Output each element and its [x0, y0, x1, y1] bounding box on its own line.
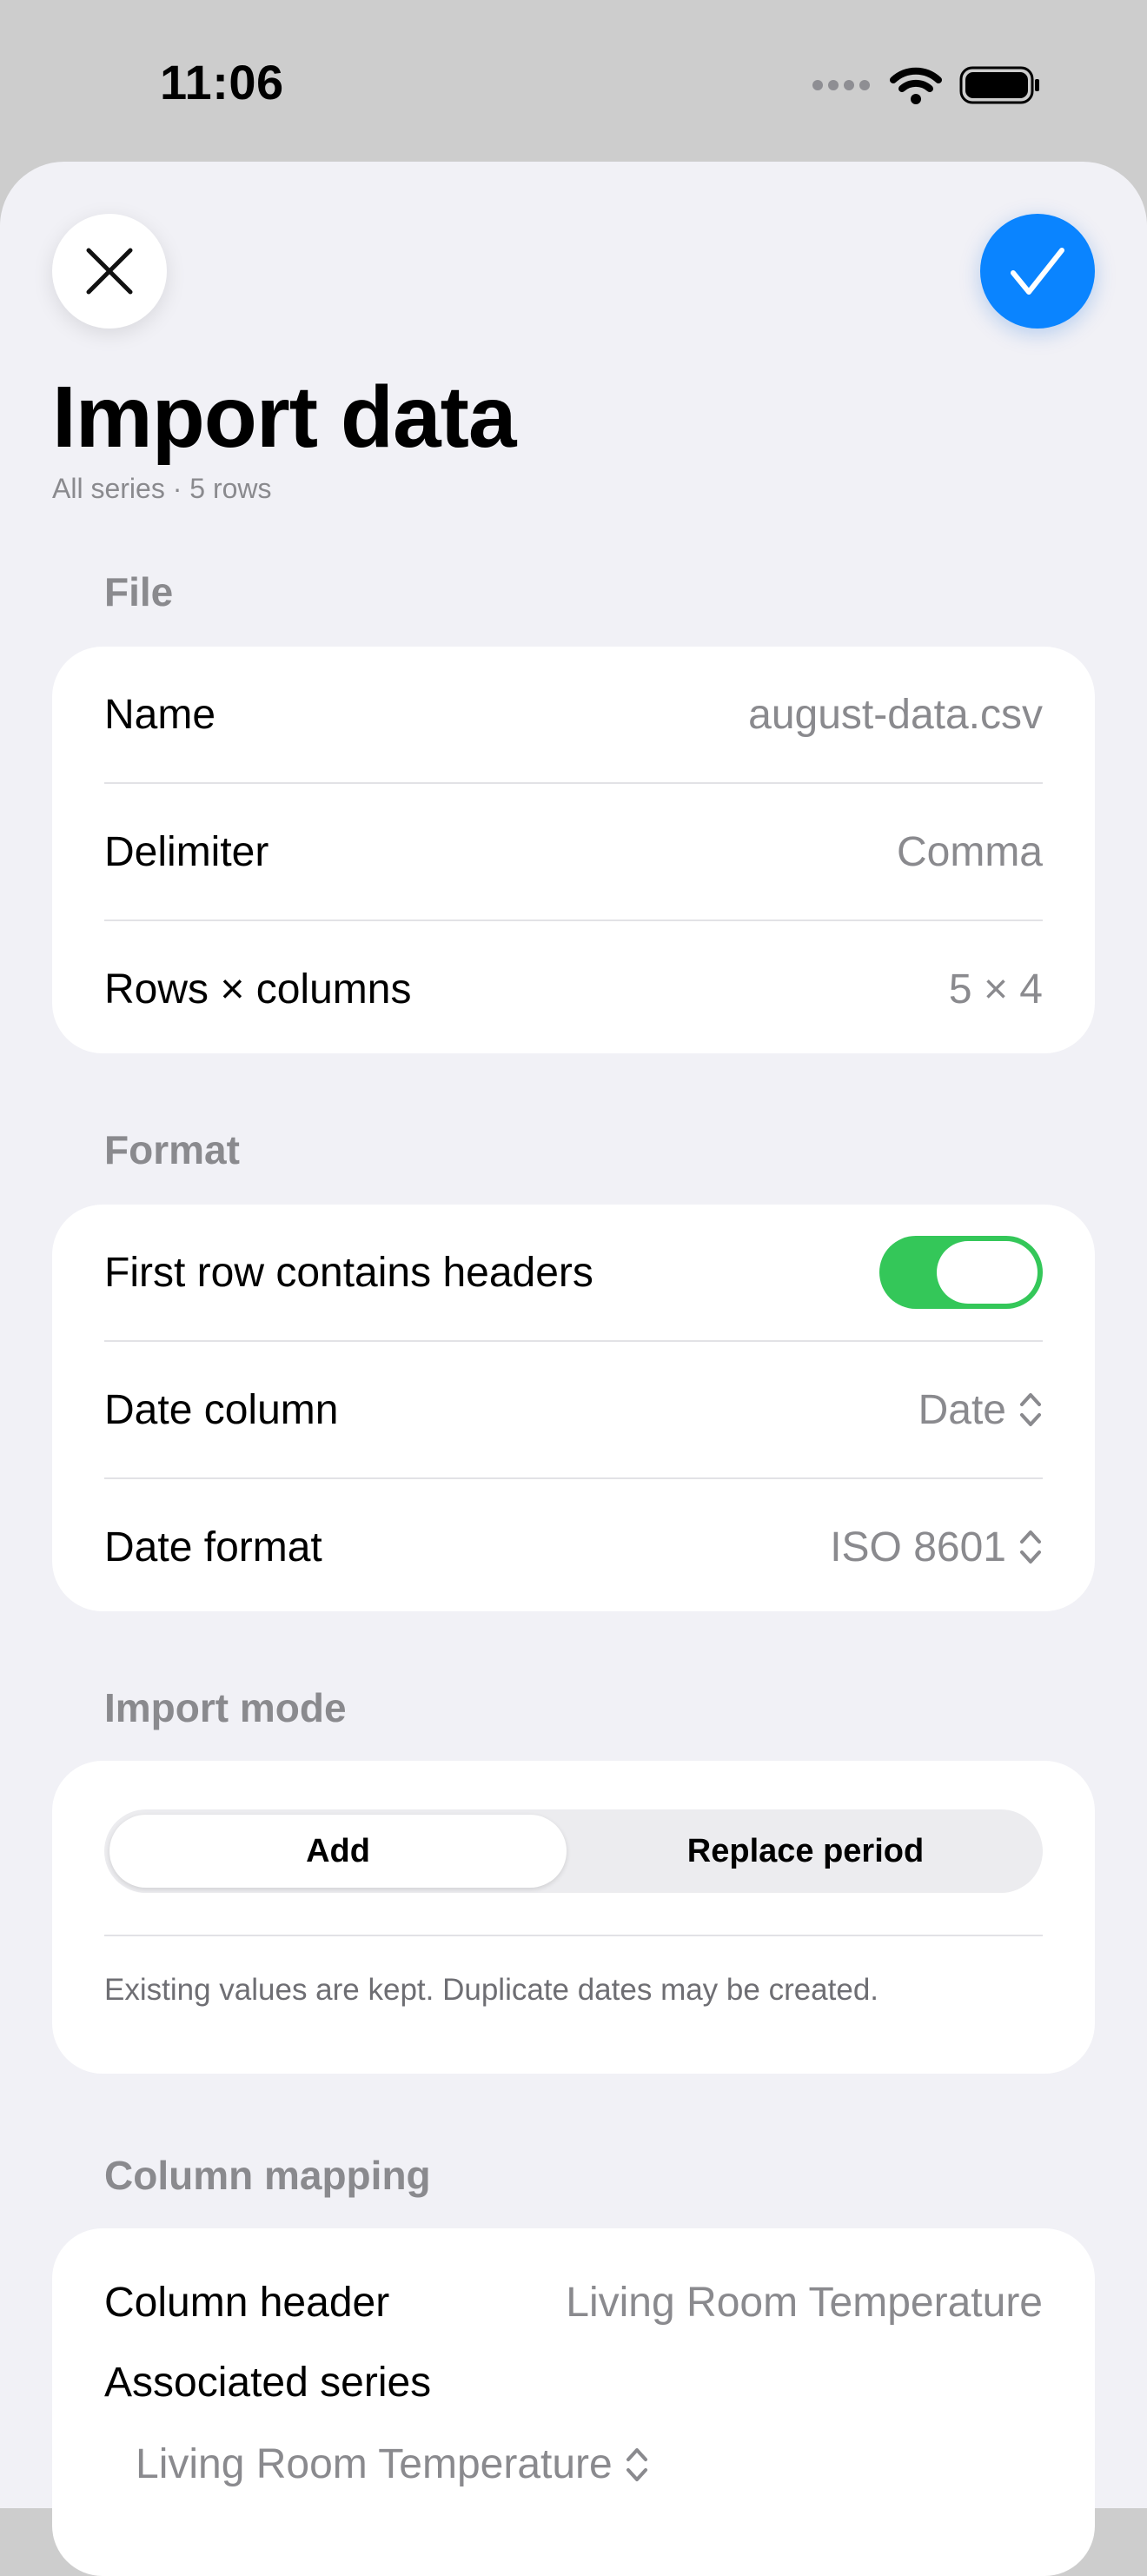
- delimiter-row: Delimiter Comma: [104, 782, 1043, 920]
- file-name-row: Name august-data.csv: [104, 647, 1043, 782]
- associated-series-row: Associated series: [104, 2359, 1043, 2407]
- date-column-row[interactable]: Date column Date: [104, 1340, 1043, 1477]
- date-column-value: Date: [918, 1386, 1006, 1433]
- delimiter-value: Comma: [896, 828, 1043, 875]
- import-mode-card: Add Replace period Existing values are k…: [52, 1761, 1095, 2074]
- column-mapping-card: Column header Living Room Temperature As…: [52, 2228, 1095, 2576]
- date-format-value: ISO 8601: [830, 1524, 1006, 1570]
- import-mode-segmented-control: Add Replace period: [104, 1809, 1043, 1893]
- row-label: First row contains headers: [104, 1249, 593, 1296]
- file-card: Name august-data.csv Delimiter Comma Row…: [52, 647, 1095, 1053]
- section-header-import-mode: Import mode: [104, 1685, 347, 1730]
- status-time: 11:06: [160, 55, 284, 110]
- row-label: Delimiter: [104, 828, 269, 875]
- chevron-up-down-icon: [1020, 1530, 1041, 1564]
- import-sheet: Import data All series · 5 rows File Nam…: [0, 162, 1147, 2576]
- segment-add[interactable]: Add: [109, 1815, 567, 1888]
- date-format-picker[interactable]: ISO 8601: [830, 1524, 1043, 1571]
- page-subtitle: All series · 5 rows: [52, 473, 272, 504]
- date-format-row[interactable]: Date format ISO 8601: [104, 1477, 1043, 1611]
- headers-toggle-row: First row contains headers: [104, 1205, 1043, 1340]
- chevron-up-down-icon: [1020, 1393, 1041, 1426]
- battery-icon: [959, 66, 1039, 104]
- signal-dots-icon: [812, 80, 870, 90]
- confirm-button[interactable]: [980, 214, 1095, 329]
- associated-series-value: Living Room Temperature: [136, 2441, 613, 2487]
- divider: [104, 1935, 1043, 1936]
- column-header-row: Column header Living Room Temperature: [104, 2279, 1043, 2327]
- section-header-column-mapping: Column mapping: [104, 2153, 431, 2198]
- section-header-file: File: [104, 569, 174, 614]
- page-title: Import data: [52, 368, 516, 466]
- date-column-picker[interactable]: Date: [918, 1386, 1043, 1434]
- column-header-label: Column header: [104, 2280, 390, 2326]
- format-card: First row contains headers Date column D…: [52, 1205, 1095, 1611]
- checkmark-icon: [1011, 248, 1064, 295]
- rows-columns-row: Rows × columns 5 × 4: [104, 920, 1043, 1053]
- row-label: Name: [104, 691, 216, 738]
- column-header-value: Living Room Temperature: [566, 2280, 1043, 2326]
- chevron-up-down-icon: [626, 2447, 647, 2481]
- headers-toggle[interactable]: [879, 1236, 1043, 1309]
- associated-series-picker[interactable]: Living Room Temperature: [136, 2440, 649, 2488]
- toggle-knob: [937, 1241, 1038, 1304]
- status-icons: [812, 66, 1041, 104]
- row-label: Rows × columns: [104, 966, 412, 1012]
- rows-columns-value: 5 × 4: [948, 966, 1043, 1012]
- close-button[interactable]: [52, 214, 167, 329]
- file-name-value: august-data.csv: [748, 691, 1043, 738]
- segment-replace-period[interactable]: Replace period: [574, 1815, 1038, 1888]
- row-label: Date column: [104, 1386, 339, 1433]
- import-mode-footnote: Existing values are kept. Duplicate date…: [104, 1973, 879, 2007]
- row-label: Date format: [104, 1524, 322, 1570]
- wifi-icon: [890, 67, 942, 104]
- section-header-format: Format: [104, 1127, 240, 1172]
- close-icon: [86, 248, 133, 295]
- associated-series-label: Associated series: [104, 2360, 432, 2406]
- status-bar: 11:06: [0, 0, 1147, 162]
